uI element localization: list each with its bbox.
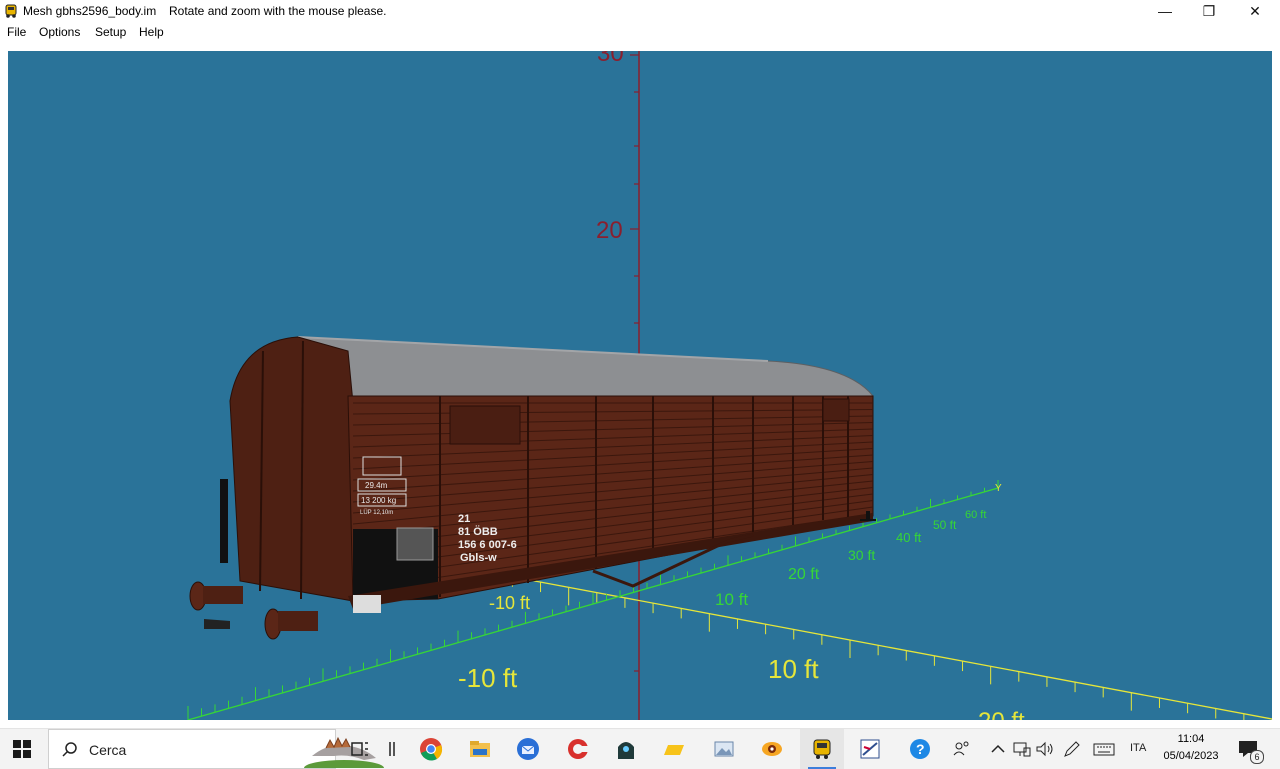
y-axis-label-40: 40 ft — [896, 530, 922, 545]
help-icon[interactable]: ? — [908, 737, 932, 761]
search-placeholder: Cerca — [89, 742, 127, 758]
wagon-marking-line3: 156 6 007-6 — [458, 539, 517, 551]
bottom-edge-label: 20 ft — [978, 708, 1025, 720]
taskbar: Cerca ? ITA 11:04 05/04/2023 6 — [0, 728, 1280, 769]
menu-file[interactable]: File — [7, 25, 26, 39]
chevron-up-icon[interactable] — [986, 737, 1010, 761]
notification-count: 6 — [1250, 750, 1264, 764]
menu-setup[interactable]: Setup — [95, 25, 126, 39]
eye-app-icon[interactable] — [760, 737, 784, 761]
vertical-axis-label-20: 20 — [596, 217, 623, 244]
keyboard-icon[interactable] — [1092, 737, 1116, 761]
close-button[interactable]: ✕ — [1232, 0, 1278, 22]
y-axis-label-minus10: -10 ft — [489, 593, 530, 613]
people-icon[interactable] — [950, 737, 974, 761]
search-icon — [62, 742, 77, 757]
task-view-icon[interactable] — [348, 737, 372, 761]
y-axis-label-20: 20 ft — [788, 566, 820, 583]
y-axis-end-label: Y — [995, 483, 1002, 494]
menu-options[interactable]: Options — [39, 25, 80, 39]
y-axis-label-50: 50 ft — [933, 518, 957, 532]
wagon-marking-line4: Gbls-w — [460, 552, 497, 564]
title-bar: Mesh gbhs2596_body.im Rotate and zoom wi… — [0, 0, 1280, 22]
mesh-viewer-icon[interactable] — [858, 737, 882, 761]
menu-bar: File Options Setup Help — [0, 22, 1280, 42]
wagon-length-label: 29.4m — [365, 481, 388, 490]
maximize-button[interactable]: ❐ — [1186, 0, 1232, 22]
train-app-icon[interactable] — [810, 737, 834, 761]
x-axis — [427, 560, 1272, 720]
ccleaner-icon[interactable] — [566, 737, 590, 761]
window-hint: Rotate and zoom with the mouse please. — [169, 4, 387, 18]
wagon-load-label: 13 200 kg — [361, 496, 396, 505]
wagon-end-wall — [229, 336, 354, 602]
minimize-button[interactable]: — — [1142, 0, 1188, 22]
minimize-icon: — — [1158, 3, 1172, 19]
wagon-lup-label: LÜP 12,10m — [360, 509, 393, 516]
wagon-marking-line1: 21 — [458, 513, 470, 525]
dinosaur-search-art — [304, 736, 384, 768]
y-axis-label-60: 60 ft — [965, 509, 986, 521]
y-axis-label-10: 10 ft — [715, 590, 748, 609]
thunderbird-icon[interactable] — [516, 737, 540, 761]
wagon-mesh: 29.4m 13 200 kg LÜP 12,10m 21 81 ÖBB 156… — [189, 336, 876, 640]
x-axis-label-10: 10 ft — [768, 654, 819, 684]
window-title: Mesh gbhs2596_body.im — [23, 4, 157, 18]
folder-icon[interactable] — [662, 737, 686, 761]
chrome-icon[interactable] — [419, 737, 443, 761]
maximize-icon: ❐ — [1202, 2, 1216, 19]
start-icon[interactable] — [12, 739, 32, 759]
svg-text:?: ? — [916, 741, 925, 757]
scene-canvas[interactable]: 30 20 -10 ft 10 ft 20 ft Y -10 ft 10 ft … — [8, 51, 1272, 720]
trainz-icon[interactable] — [614, 737, 638, 761]
close-icon: ✕ — [1249, 2, 1261, 19]
wagon-marking-line2: 81 ÖBB — [458, 525, 498, 538]
file-explorer-icon[interactable] — [468, 737, 492, 761]
clock-date[interactable]: 05/04/2023 — [1163, 750, 1219, 762]
taskbar-search[interactable]: Cerca — [48, 729, 384, 769]
volume-icon[interactable] — [1033, 737, 1057, 761]
x-axis-label-minus10: -10 ft — [458, 663, 518, 693]
pen-icon[interactable] — [1060, 737, 1084, 761]
y-axis-label-30: 30 ft — [848, 547, 875, 563]
mesh-viewport[interactable]: 30 20 -10 ft 10 ft 20 ft Y -10 ft 10 ft … — [8, 51, 1272, 720]
menu-help[interactable]: Help — [139, 25, 164, 39]
vertical-axis-label-top: 30 — [597, 51, 624, 67]
network-icon[interactable] — [1010, 737, 1034, 761]
app-icon — [5, 4, 17, 18]
photos-icon[interactable] — [712, 737, 736, 761]
language-indicator[interactable]: ITA — [1130, 742, 1146, 754]
widgets-icon[interactable] — [381, 737, 405, 761]
clock-time[interactable]: 11:04 — [1163, 733, 1219, 745]
